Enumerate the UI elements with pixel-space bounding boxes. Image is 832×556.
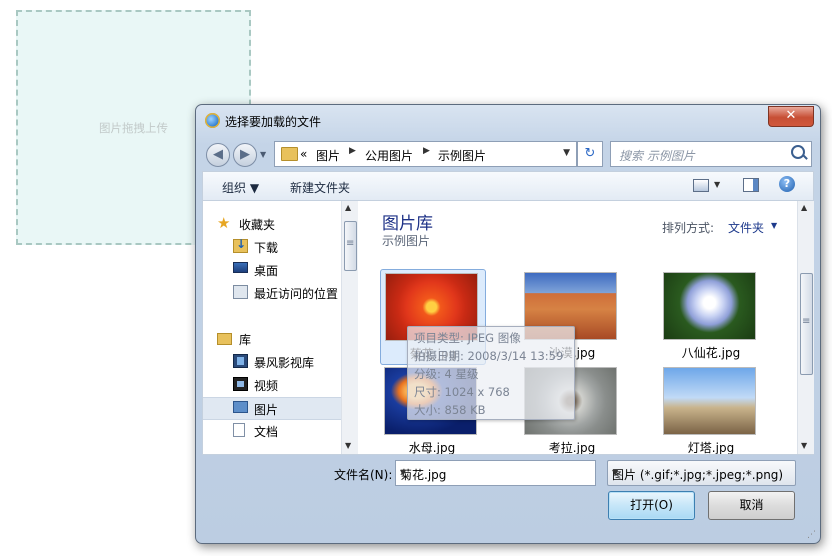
chevron-down-icon: ▼ xyxy=(612,468,619,477)
file-list-scrollbar[interactable]: ▲ ▼ xyxy=(797,201,814,454)
recent-places-icon xyxy=(233,285,248,299)
nav-item-recent-places[interactable]: 最近访问的位置 xyxy=(203,282,341,303)
pictures-library-icon xyxy=(233,401,248,413)
nav-item-desktop[interactable]: 桌面 xyxy=(203,259,341,280)
recent-locations-dropdown-icon[interactable]: ▼ xyxy=(260,150,266,159)
search-icon[interactable] xyxy=(791,145,805,159)
folder-icon xyxy=(281,147,298,161)
view-mode-icon[interactable] xyxy=(693,179,709,192)
navigation-scrollbar[interactable]: ▲ ▼ xyxy=(341,201,358,454)
file-thumbnail[interactable]: 灯塔.jpg xyxy=(659,364,763,454)
film-library-icon xyxy=(233,354,248,368)
nav-item-label: 图片 xyxy=(254,403,279,417)
chevron-right-icon[interactable]: ▶ xyxy=(423,146,430,156)
nav-item-documents[interactable]: 文档 xyxy=(203,420,341,441)
file-name: 灯塔.jpg xyxy=(687,441,735,454)
resize-grip-icon[interactable]: ⋰ xyxy=(807,530,817,540)
dialog-titlebar[interactable]: 选择要加载的文件 ✕ xyxy=(196,105,820,135)
nav-item-label: 文档 xyxy=(254,425,279,439)
filename-field[interactable]: 菊花.jpg ▼ xyxy=(395,460,596,486)
image-thumbnail xyxy=(664,273,755,339)
scroll-up-icon[interactable]: ▲ xyxy=(801,203,807,212)
nav-item-film-library[interactable]: 暴风影视库 xyxy=(203,351,341,372)
tooltip-rating: 分级: 4 星级 xyxy=(414,367,479,381)
open-button[interactable]: 打开(O) xyxy=(608,491,695,520)
library-icon xyxy=(217,333,232,345)
open-file-dialog: 选择要加载的文件 ✕ ◀ ▶ ▼ « 图片 ▶ 公用图片 ▶ 示例图片 ▼ ↻ … xyxy=(195,104,821,544)
chevron-down-icon[interactable]: ▼ xyxy=(771,221,777,230)
forward-button[interactable]: ▶ xyxy=(233,143,257,167)
back-button[interactable]: ◀ xyxy=(206,143,230,167)
close-button[interactable]: ✕ xyxy=(768,106,814,127)
video-library-icon xyxy=(233,377,248,391)
nav-item-label: 库 xyxy=(239,333,252,347)
image-thumbnail xyxy=(664,368,755,434)
tooltip-dimensions: 尺寸: 1024 x 768 xyxy=(414,385,510,399)
nav-item-label: 最近访问的位置 xyxy=(254,287,339,301)
refresh-icon: ↻ xyxy=(584,146,596,161)
scroll-up-icon[interactable]: ▲ xyxy=(345,203,351,212)
back-arrow-icon: ◀ xyxy=(213,147,223,162)
view-mode-dropdown-icon[interactable]: ▼ xyxy=(714,180,720,189)
nav-item-label: 桌面 xyxy=(254,264,279,278)
preview-pane-icon[interactable] xyxy=(743,178,759,192)
nav-item-videos[interactable]: 视频 xyxy=(203,374,341,395)
file-name: 考拉.jpg xyxy=(548,441,596,454)
downloads-folder-icon xyxy=(233,237,248,253)
nav-item-label: 视频 xyxy=(254,379,279,393)
address-bar[interactable]: « 图片 ▶ 公用图片 ▶ 示例图片 ▼ xyxy=(274,141,577,167)
library-title: 图片库 xyxy=(382,214,433,234)
library-subtitle: 示例图片 xyxy=(382,234,431,248)
filename-dropdown-icon[interactable]: ▼ xyxy=(400,468,589,477)
scrollbar-thumb[interactable] xyxy=(344,221,357,271)
filename-label: 文件名(N): xyxy=(334,468,393,482)
help-icon[interactable]: ? xyxy=(779,176,795,192)
scrollbar-thumb[interactable] xyxy=(800,273,813,375)
address-dropdown-icon[interactable]: ▼ xyxy=(563,148,570,158)
breadcrumb-sample-pictures[interactable]: 示例图片 xyxy=(438,147,486,164)
file-info-tooltip: 项目类型: JPEG 图像 拍摄日期: 2008/3/14 13:59 分级: … xyxy=(407,326,575,420)
dialog-title: 选择要加载的文件 xyxy=(225,115,322,129)
breadcrumb-pictures[interactable]: 图片 xyxy=(316,147,340,164)
nav-item-favorites[interactable]: ★ 收藏夹 xyxy=(203,213,341,234)
documents-library-icon xyxy=(233,423,245,437)
file-name: 水母.jpg xyxy=(408,441,456,454)
command-toolbar: 组织 ▼ 新建文件夹 ▼ ? xyxy=(202,171,814,201)
scroll-down-icon[interactable]: ▼ xyxy=(345,441,351,450)
nav-item-downloads[interactable]: 下载 xyxy=(203,236,341,257)
chevron-right-icon[interactable]: ▶ xyxy=(349,146,356,156)
new-folder-button[interactable]: 新建文件夹 xyxy=(290,179,350,196)
tooltip-date: 拍摄日期: 2008/3/14 13:59 xyxy=(414,349,564,363)
organize-menu[interactable]: 组织 ▼ xyxy=(222,179,259,196)
arrange-by-label: 排列方式: xyxy=(662,221,715,235)
breadcrumb-overflow[interactable]: « xyxy=(300,147,307,161)
cancel-button[interactable]: 取消 xyxy=(708,491,795,520)
scroll-down-icon[interactable]: ▼ xyxy=(801,441,807,450)
navigation-pane: ★ 收藏夹 下载 桌面 最近访问的位置 库 暴风影视库 xyxy=(203,201,341,454)
search-box[interactable]: 搜索 示例图片 xyxy=(610,141,812,167)
tooltip-type: 项目类型: JPEG 图像 xyxy=(414,331,521,345)
nav-item-pictures[interactable]: 图片 xyxy=(203,397,341,420)
tooltip-size: 大小: 858 KB xyxy=(414,403,486,417)
desktop-icon xyxy=(233,262,248,273)
navigation-row: ◀ ▶ ▼ « 图片 ▶ 公用图片 ▶ 示例图片 ▼ ↻ 搜索 示例图片 xyxy=(196,136,820,170)
browser-icon xyxy=(205,113,220,128)
star-icon: ★ xyxy=(217,214,231,232)
nav-item-label: 下载 xyxy=(254,241,279,255)
file-type-select[interactable]: 图片 (*.gif;*.jpg;*.jpeg;*.png) ▼ xyxy=(607,460,796,486)
breadcrumb-public-pictures[interactable]: 公用图片 xyxy=(365,147,413,164)
file-name: 八仙花.jpg xyxy=(681,346,741,360)
file-thumbnail[interactable]: 八仙花.jpg xyxy=(659,269,763,363)
nav-item-label: 收藏夹 xyxy=(239,218,276,232)
nav-item-libraries[interactable]: 库 xyxy=(203,328,341,349)
nav-item-label: 暴风影视库 xyxy=(254,356,315,370)
search-placeholder: 搜索 示例图片 xyxy=(619,149,695,163)
arrange-by-dropdown[interactable]: 文件夹 xyxy=(728,219,764,236)
forward-arrow-icon: ▶ xyxy=(240,147,250,162)
refresh-button[interactable]: ↻ xyxy=(577,141,603,167)
